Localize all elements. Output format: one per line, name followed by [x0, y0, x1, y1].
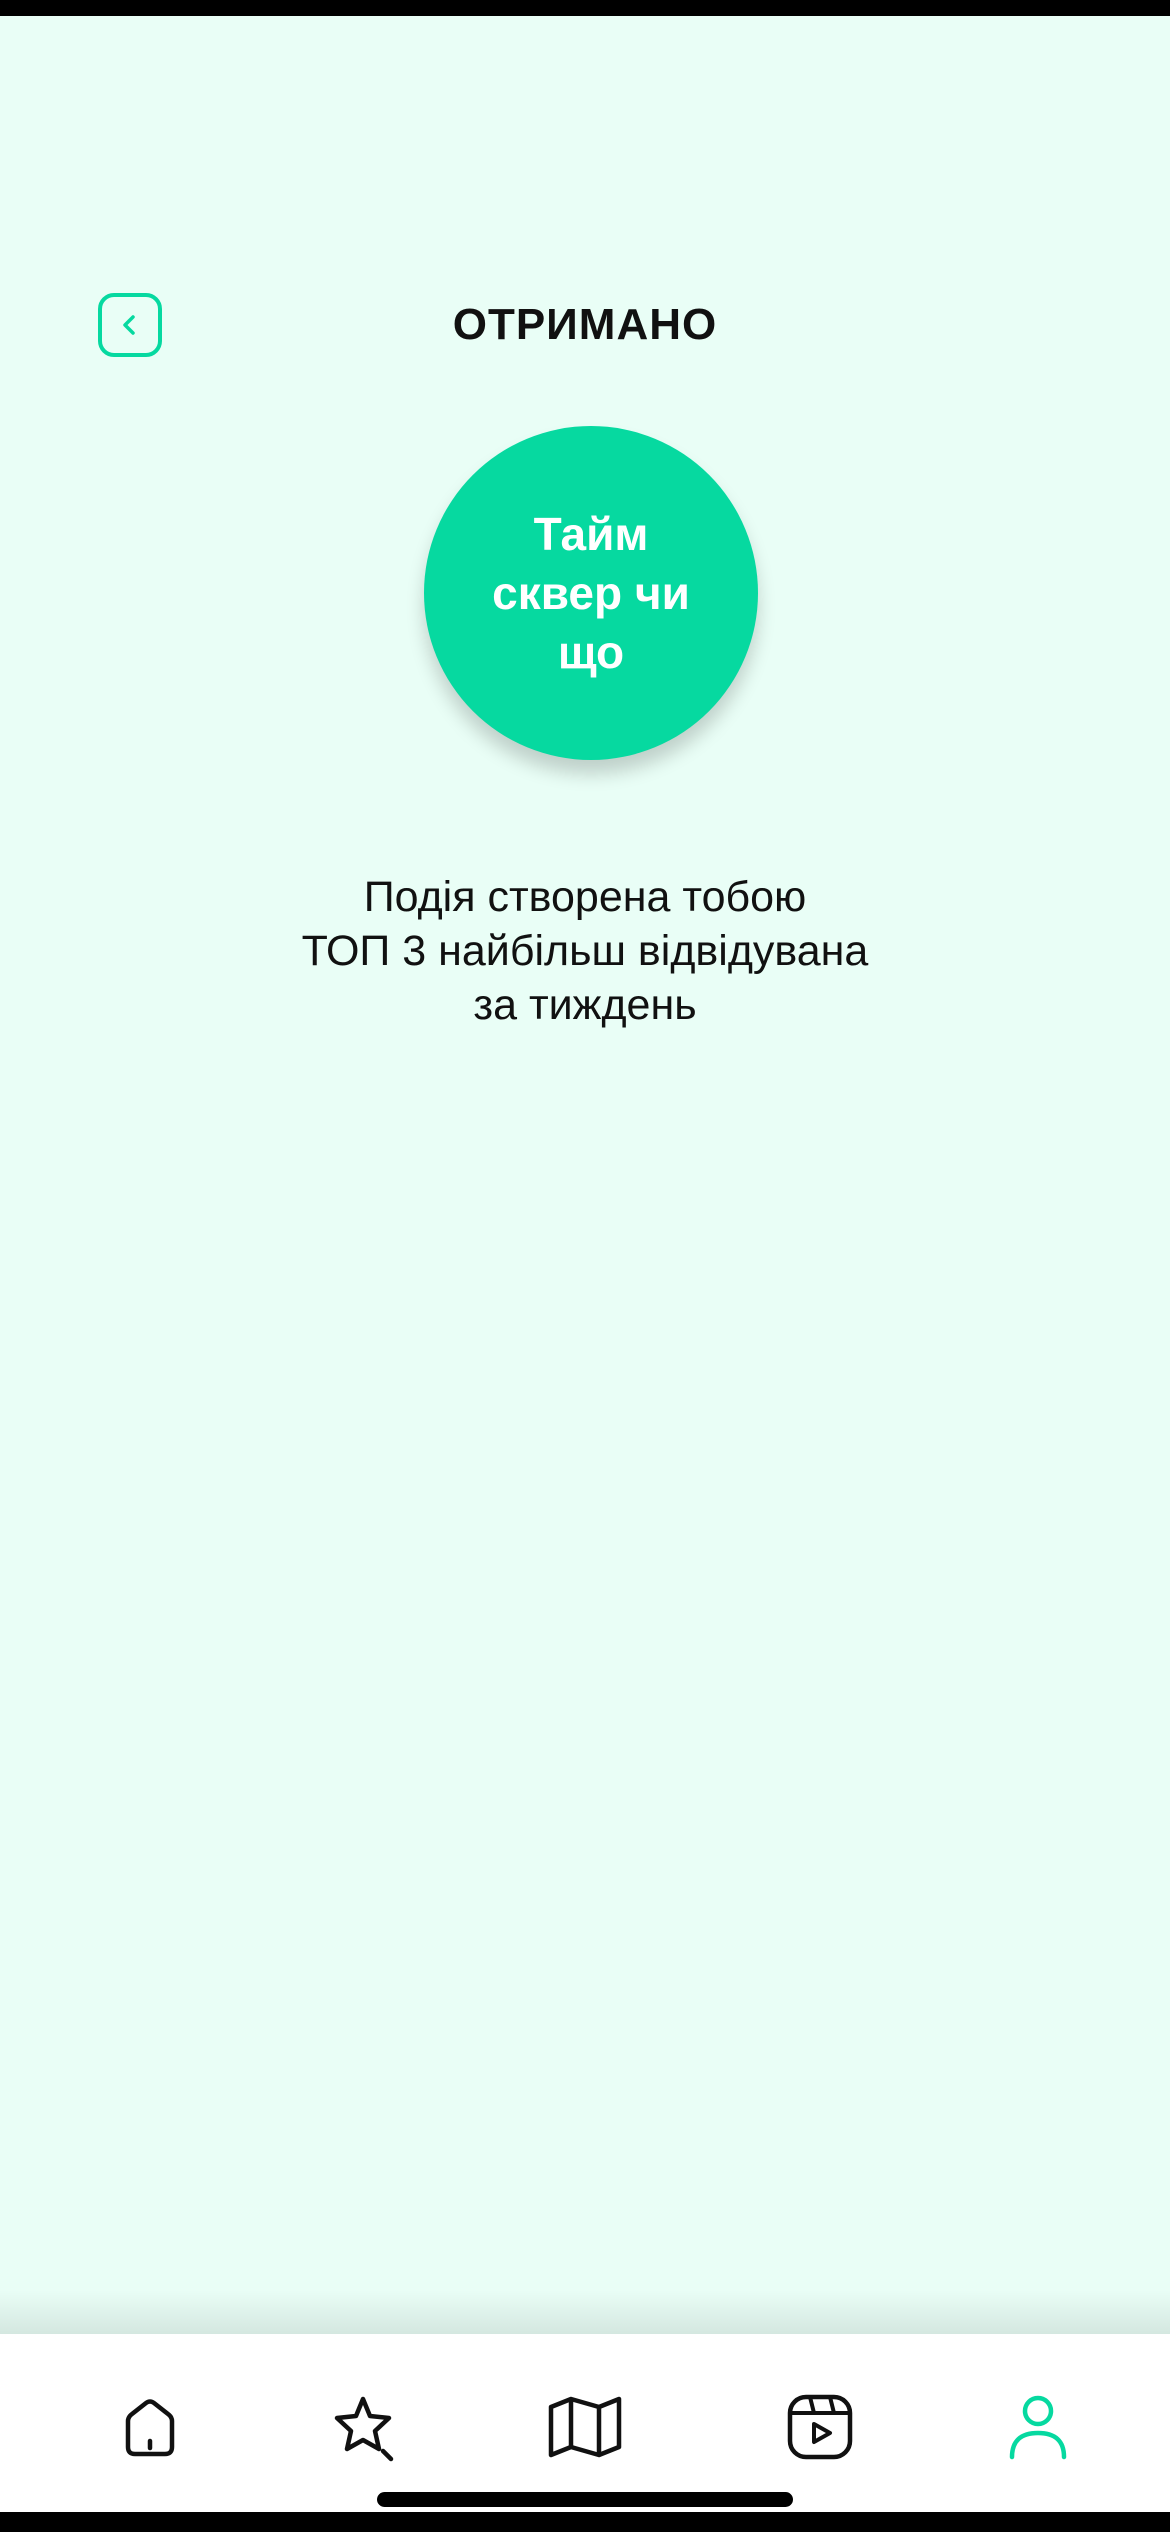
badge-title: Тайм сквер чи що: [492, 507, 690, 678]
tab-profile[interactable]: [993, 2382, 1083, 2472]
description-line: Подія створена тобою: [363, 873, 807, 921]
star-icon: [334, 2396, 394, 2462]
achievement-description: Подія створена тобою ТОП 3 найбільш відв…: [0, 870, 1170, 1032]
description-line: ТОП 3 найбільш відвідувана: [301, 927, 869, 975]
home-icon: [125, 2399, 175, 2457]
home-indicator: [377, 2492, 793, 2507]
video-icon: [787, 2394, 853, 2460]
tab-favorites[interactable]: [318, 2382, 408, 2472]
bottom-edge: [0, 2512, 1170, 2532]
tab-home[interactable]: [105, 2382, 195, 2472]
map-icon: [548, 2396, 622, 2458]
profile-icon: [1009, 2395, 1067, 2460]
tab-bar-shadow: [0, 2290, 1170, 2334]
page-title: ОТРИМАНО: [452, 300, 718, 349]
achievement-badge: Тайм сквер чи що: [424, 426, 758, 760]
status-bar: [0, 0, 1170, 16]
description-line: за тиждень: [473, 981, 697, 1029]
tab-map[interactable]: [540, 2382, 630, 2472]
tab-videos[interactable]: [775, 2382, 865, 2472]
